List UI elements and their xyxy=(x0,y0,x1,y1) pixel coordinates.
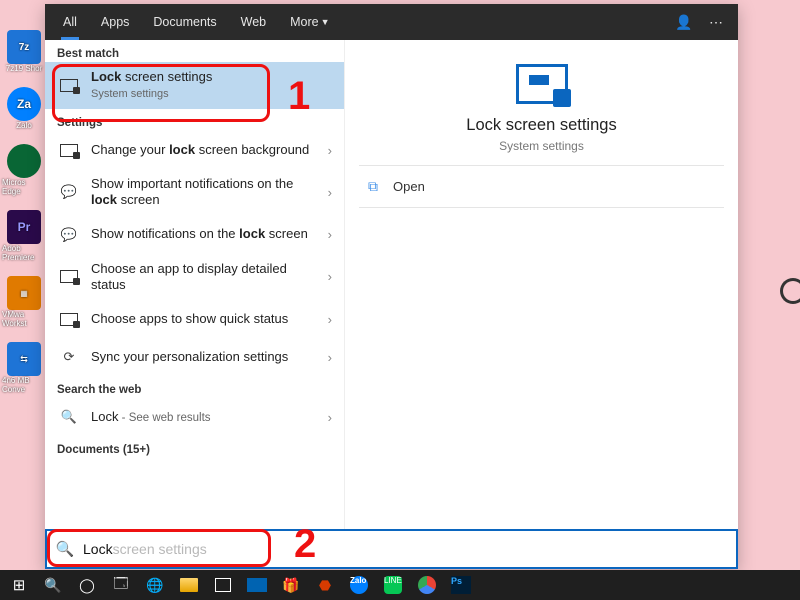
search-typed-text: Lock xyxy=(83,541,113,557)
chevron-right-icon: › xyxy=(322,269,332,284)
edge-icon xyxy=(7,144,41,178)
result-detailed-status[interactable]: Choose an app to display detailed status… xyxy=(45,254,344,301)
section-best-match: Best match xyxy=(45,40,344,62)
preview-title: Lock screen settings xyxy=(359,116,724,135)
monitor-icon xyxy=(57,307,81,331)
result-important-notifications[interactable]: 💬 Show important notifications on the lo… xyxy=(45,169,344,216)
sync-icon: ⟳ xyxy=(57,345,81,369)
results-list: Best match Lock screen settingsSystem se… xyxy=(45,40,345,529)
section-settings: Settings xyxy=(45,109,344,131)
search-filter-header: All Apps Documents Web More ▼ 👤 ⋯ xyxy=(45,4,738,40)
desktop-icon-label: 4n6 MB Conve xyxy=(2,376,46,394)
chevron-right-icon: › xyxy=(322,312,332,327)
search-icon: 🔍 xyxy=(47,540,83,558)
tab-more[interactable]: More ▼ xyxy=(278,4,341,40)
converter-icon: ⇆ xyxy=(7,342,41,376)
chevron-right-icon: › xyxy=(322,410,332,425)
open-label: Open xyxy=(393,179,425,194)
premiere-icon: Pr xyxy=(7,210,41,244)
result-lock-screen-settings[interactable]: Lock screen settingsSystem settings xyxy=(45,62,344,109)
tab-web[interactable]: Web xyxy=(229,4,278,40)
desktop-icon[interactable]: PrAdob Premiere xyxy=(2,210,46,262)
task-view-icon[interactable]: 🗔 xyxy=(106,570,136,600)
tab-apps[interactable]: Apps xyxy=(89,4,142,40)
office-icon[interactable]: ⬣ xyxy=(310,570,340,600)
desktop-icon[interactable]: ▦VMwa Workst xyxy=(2,276,46,328)
cortana-ring-icon xyxy=(780,278,800,304)
tab-documents[interactable]: Documents xyxy=(141,4,228,40)
chevron-right-icon: › xyxy=(322,185,332,200)
start-button[interactable]: ⊞ xyxy=(4,570,34,600)
sevenzip-icon: 7z xyxy=(7,30,41,64)
line-taskbar-icon[interactable]: LINE xyxy=(378,570,408,600)
windows-search-panel: All Apps Documents Web More ▼ 👤 ⋯ Best m… xyxy=(45,4,738,569)
speech-icon: 💬 xyxy=(57,180,81,204)
section-documents: Documents (15+) xyxy=(45,436,344,458)
result-sync-personalization[interactable]: ⟳ Sync your personalization settings › xyxy=(45,338,344,376)
desktop-icon-label: 7z19 Shor xyxy=(6,64,42,73)
chevron-right-icon: › xyxy=(322,143,332,158)
monitor-icon xyxy=(57,138,81,162)
result-web-lock[interactable]: 🔍 Lock - See web results › xyxy=(45,398,344,436)
more-options-icon[interactable]: ⋯ xyxy=(700,14,732,31)
desktop-icon-label: Micros Edge xyxy=(2,178,46,196)
monitor-lock-large-icon xyxy=(359,64,724,104)
taskbar: ⊞ 🔍 ◯ 🗔 🌐 🎁 ⬣ Zalo LINE Ps xyxy=(0,570,800,600)
chevron-right-icon: › xyxy=(322,227,332,242)
feedback-icon[interactable]: 👤 xyxy=(668,14,700,31)
mail-icon[interactable] xyxy=(242,570,272,600)
preview-subtitle: System settings xyxy=(359,139,724,153)
desktop-icon-label: VMwa Workst xyxy=(2,310,46,328)
chrome-icon[interactable] xyxy=(412,570,442,600)
search-input[interactable]: 🔍 Lock screen settings xyxy=(45,529,738,569)
monitor-icon xyxy=(57,265,81,289)
preview-hero: Lock screen settings System settings xyxy=(359,64,724,165)
search-icon: 🔍 xyxy=(57,405,81,429)
preview-actions: ⧉ Open xyxy=(359,165,724,208)
edge-taskbar-icon[interactable]: 🌐 xyxy=(140,570,170,600)
desktop-icons-column: 7z7z19 Shor ZaZalo Micros Edge PrAdob Pr… xyxy=(2,30,48,394)
chevron-right-icon: › xyxy=(322,350,332,365)
taskbar-search-icon[interactable]: 🔍 xyxy=(38,570,68,600)
desktop-icon-label: Zalo xyxy=(16,121,32,130)
desktop-icon[interactable]: 7z7z19 Shor xyxy=(2,30,46,73)
desktop-icon[interactable]: ZaZalo xyxy=(2,87,46,130)
tab-all[interactable]: All xyxy=(51,4,89,40)
result-change-background[interactable]: Change your lock screen background › xyxy=(45,131,344,169)
result-quick-status[interactable]: Choose apps to show quick status › xyxy=(45,300,344,338)
vmware-icon: ▦ xyxy=(7,276,41,310)
desktop-icon[interactable]: ⇆4n6 MB Conve xyxy=(2,342,46,394)
gift-icon[interactable]: 🎁 xyxy=(276,570,306,600)
open-action[interactable]: ⧉ Open xyxy=(359,166,724,207)
store-icon[interactable] xyxy=(208,570,238,600)
explorer-icon[interactable] xyxy=(174,570,204,600)
result-show-notifications[interactable]: 💬 Show notifications on the lock screen … xyxy=(45,216,344,254)
section-web: Search the web xyxy=(45,376,344,398)
desktop-icon-label: Adob Premiere xyxy=(2,244,46,262)
monitor-lock-icon xyxy=(57,74,81,98)
search-ghost-text: screen settings xyxy=(113,541,207,557)
chevron-down-icon: ▼ xyxy=(321,17,330,27)
result-preview-pane: Lock screen settings System settings ⧉ O… xyxy=(345,40,738,529)
desktop-icon[interactable]: Micros Edge xyxy=(2,144,46,196)
speech-icon: 💬 xyxy=(57,223,81,247)
zalo-taskbar-icon[interactable]: Zalo xyxy=(344,570,374,600)
cortana-icon[interactable]: ◯ xyxy=(72,570,102,600)
open-icon: ⧉ xyxy=(363,178,383,195)
photoshop-icon[interactable]: Ps xyxy=(446,570,476,600)
zalo-icon: Za xyxy=(7,87,41,121)
